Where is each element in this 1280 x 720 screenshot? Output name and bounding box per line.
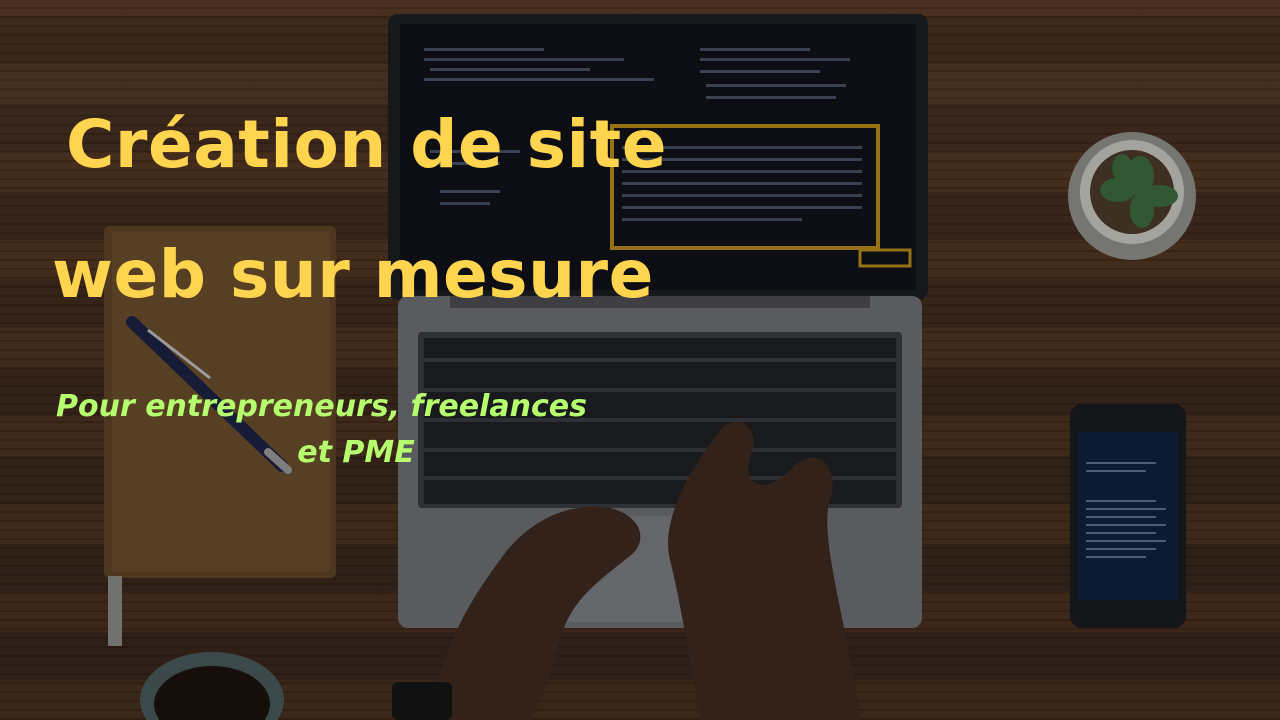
subtitle-line-1: Pour entrepreneurs, freelances: [56, 389, 587, 424]
headline: Création de site web sur mesure: [52, 80, 752, 340]
hero-banner: Création de site web sur mesure Pour ent…: [0, 0, 1280, 720]
headline-line-1: Création de site: [66, 106, 667, 183]
subtitle: Pour entrepreneurs, freelances et PME: [56, 384, 656, 476]
subtitle-line-2: et PME: [297, 435, 415, 470]
headline-line-2: web sur mesure: [52, 236, 654, 313]
